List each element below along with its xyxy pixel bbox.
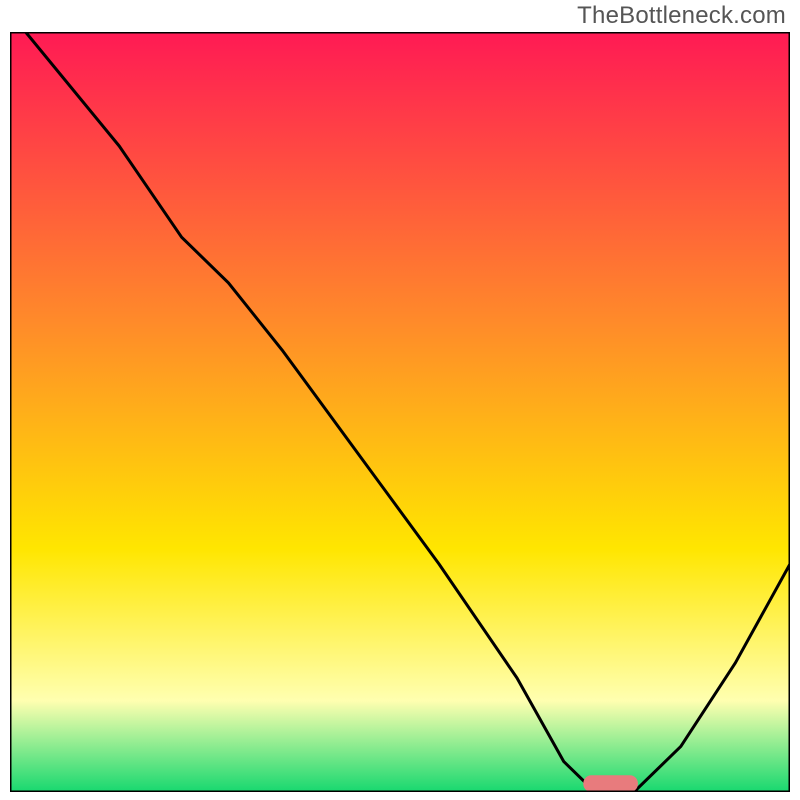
watermark-text: TheBottleneck.com (577, 2, 786, 30)
chart-svg (10, 32, 790, 792)
optimal-marker-rect (583, 775, 638, 792)
plot-area (10, 32, 790, 792)
plot-background (10, 32, 790, 792)
chart-container: TheBottleneck.com (0, 0, 800, 800)
